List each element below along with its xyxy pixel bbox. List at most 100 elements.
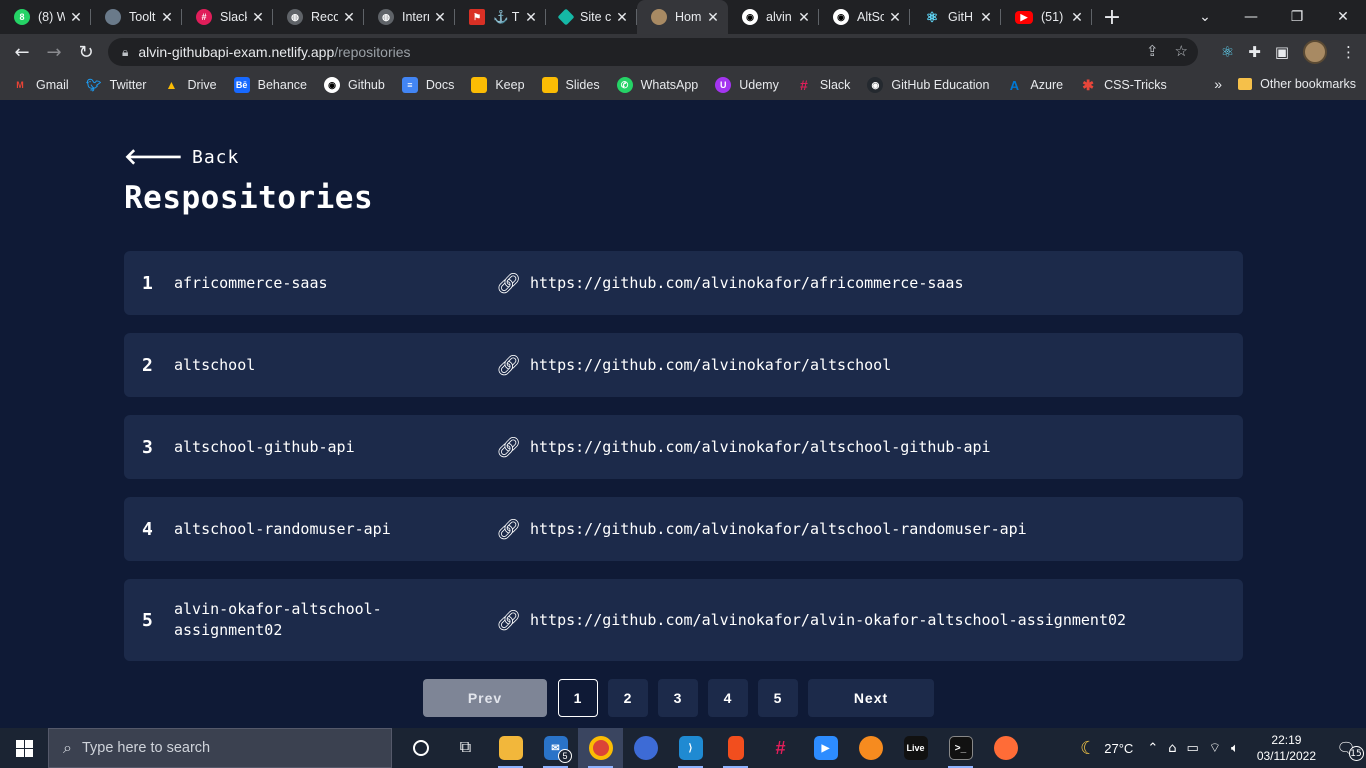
close-tab-icon[interactable]: ✕: [433, 9, 447, 26]
page-button-4[interactable]: 4: [708, 679, 748, 717]
start-button[interactable]: [0, 728, 48, 768]
back-arrow-icon[interactable]: ←: [6, 42, 38, 63]
page-button-5[interactable]: 5: [758, 679, 798, 717]
taskbar-postman[interactable]: [983, 728, 1028, 768]
repo-url[interactable]: https://github.com/alvinokafor/altschool…: [530, 520, 1027, 538]
browser-tab[interactable]: ◉ AltSc ✕: [819, 0, 910, 34]
taskbar-ableton-live[interactable]: Live: [893, 728, 938, 768]
browser-tab[interactable]: Toolt ✕: [91, 0, 182, 34]
share-icon[interactable]: ⇪: [1146, 42, 1159, 60]
bookmark-css-tricks[interactable]: ✱ CSS-Tricks: [1080, 77, 1167, 93]
next-button[interactable]: Next: [808, 679, 934, 717]
repo-row[interactable]: 3 altschool-github-api 🔗︎ https://github…: [124, 415, 1243, 479]
browser-tab[interactable]: ◍ Intern ✕: [364, 0, 455, 34]
reload-icon[interactable]: ↻: [70, 42, 102, 63]
close-tab-icon[interactable]: ✕: [342, 9, 356, 26]
profile-avatar[interactable]: [1303, 40, 1327, 64]
wifi-icon[interactable]: ⌔: [1209, 740, 1221, 756]
address-bar[interactable]: 🔒︎ alvin-githubapi-exam.netlify.app/repo…: [108, 38, 1198, 66]
taskbar-mail[interactable]: ✉ 5: [533, 728, 578, 768]
react-devtools-icon[interactable]: ⚛: [1221, 43, 1234, 61]
bookmark-whatsapp[interactable]: ✆ WhatsApp: [616, 77, 698, 93]
bookmark-gmail[interactable]: M Gmail: [12, 77, 68, 93]
close-tab-icon[interactable]: ✕: [888, 9, 902, 26]
side-panel-icon[interactable]: ▣: [1275, 43, 1289, 61]
forward-arrow-icon[interactable]: →: [38, 42, 70, 63]
close-tab-icon[interactable]: ✕: [69, 9, 83, 26]
taskbar-search[interactable]: ⌕ Type here to search: [48, 728, 392, 768]
minimize-button[interactable]: —: [1228, 9, 1274, 25]
bookmark-label: Twitter: [109, 78, 147, 92]
other-bookmarks[interactable]: Other bookmarks: [1238, 77, 1356, 91]
repo-url[interactable]: https://github.com/alvinokafor/altschool…: [530, 438, 991, 456]
taskbar-figma[interactable]: [713, 728, 758, 768]
close-window-button[interactable]: ✕: [1320, 9, 1366, 25]
browser-tab[interactable]: ◍ Reco ✕: [273, 0, 364, 34]
prev-button[interactable]: Prev: [423, 679, 547, 717]
lock-icon[interactable]: 🔒︎: [122, 45, 128, 60]
close-tab-icon[interactable]: ✕: [251, 9, 265, 26]
restore-button[interactable]: ❐: [1274, 9, 1320, 25]
repo-row[interactable]: 5 alvin-okafor-altschool-assignment02 🔗︎…: [124, 579, 1243, 661]
browser-tab[interactable]: ◉ alvin ✕: [728, 0, 819, 34]
bookmark-azure[interactable]: A Azure: [1006, 77, 1063, 93]
action-center-button[interactable]: 🗨︎ 15: [1326, 739, 1366, 761]
close-tab-icon[interactable]: ✕: [1070, 9, 1084, 26]
taskbar-vscode[interactable]: ⟩: [668, 728, 713, 768]
bookmark-star-icon[interactable]: ☆: [1175, 42, 1188, 60]
browser-tab[interactable]: 8 (8) W ✕: [0, 0, 91, 34]
tab-search-icon[interactable]: ⌄: [1182, 9, 1228, 25]
taskbar-file-explorer[interactable]: [488, 728, 533, 768]
cortana-button[interactable]: [398, 728, 443, 768]
menu-kebab-icon[interactable]: ⋮: [1341, 43, 1356, 61]
page-button-3[interactable]: 3: [658, 679, 698, 717]
close-tab-icon[interactable]: ✕: [706, 9, 720, 26]
bookmark-docs[interactable]: ≡ Docs: [401, 77, 454, 93]
taskbar-zoom[interactable]: ▶: [803, 728, 848, 768]
browser-tab[interactable]: # Slack ✕: [182, 0, 273, 34]
bookmark-udemy[interactable]: U Udemy: [715, 77, 779, 93]
page-button-1[interactable]: 1: [558, 679, 598, 717]
bookmark-github-education[interactable]: ◉ GitHub Education: [867, 77, 989, 93]
clock[interactable]: 22:19 03/11/2022: [1257, 732, 1316, 764]
browser-tab[interactable]: ⚛ GitH ✕: [910, 0, 1001, 34]
weather-widget[interactable]: ☾ 27°C: [1080, 738, 1133, 759]
repo-url[interactable]: https://github.com/alvinokafor/altschool: [530, 356, 891, 374]
bookmark-keep[interactable]: Keep: [471, 77, 525, 93]
meet-now-icon[interactable]: ⌂: [1168, 741, 1176, 756]
taskbar-firefox[interactable]: [623, 728, 668, 768]
battery-icon[interactable]: ▭: [1186, 741, 1198, 756]
close-tab-icon[interactable]: ✕: [160, 9, 174, 26]
extensions-puzzle-icon[interactable]: ✚: [1248, 43, 1261, 61]
more-bookmarks-chevron-icon[interactable]: »: [1214, 76, 1222, 92]
repo-url[interactable]: https://github.com/alvinokafor/alvin-oka…: [530, 611, 1126, 629]
chevron-up-icon[interactable]: ⌃: [1147, 741, 1158, 756]
volume-icon[interactable]: 🔈︎: [1231, 741, 1239, 756]
back-link[interactable]: 🡐 Back: [124, 144, 239, 170]
browser-tab[interactable]: Site c ✕: [546, 0, 637, 34]
taskbar-slack[interactable]: #: [758, 728, 803, 768]
bookmark-github[interactable]: ◉ Github: [324, 77, 385, 93]
task-view-button[interactable]: ⧉: [443, 728, 488, 768]
browser-tab-active[interactable]: Hom ✕: [637, 0, 728, 34]
close-tab-icon[interactable]: ✕: [797, 9, 811, 26]
browser-tab[interactable]: ⚑ ⚓ T ✕: [455, 0, 546, 34]
new-tab-button[interactable]: +: [1092, 5, 1132, 30]
taskbar-fl-studio[interactable]: [848, 728, 893, 768]
close-tab-icon[interactable]: ✕: [615, 9, 629, 26]
bookmark-behance[interactable]: Bē Behance: [233, 77, 307, 93]
close-tab-icon[interactable]: ✕: [524, 9, 538, 26]
browser-tab[interactable]: ▶ (51) Y ✕: [1001, 0, 1092, 34]
bookmark-slack[interactable]: # Slack: [796, 77, 850, 93]
bookmark-twitter[interactable]: 🐦︎ Twitter: [86, 77, 147, 93]
bookmark-drive[interactable]: ▲ Drive: [163, 77, 217, 93]
taskbar-chrome[interactable]: [578, 728, 623, 768]
repo-row[interactable]: 1 africommerce-saas 🔗︎ https://github.co…: [124, 251, 1243, 315]
repo-row[interactable]: 2 altschool 🔗︎ https://github.com/alvino…: [124, 333, 1243, 397]
taskbar-terminal[interactable]: >_: [938, 728, 983, 768]
repo-url[interactable]: https://github.com/alvinokafor/africomme…: [530, 274, 963, 292]
repo-row[interactable]: 4 altschool-randomuser-api 🔗︎ https://gi…: [124, 497, 1243, 561]
close-tab-icon[interactable]: ✕: [979, 9, 993, 26]
page-button-2[interactable]: 2: [608, 679, 648, 717]
bookmark-slides[interactable]: Slides: [541, 77, 600, 93]
